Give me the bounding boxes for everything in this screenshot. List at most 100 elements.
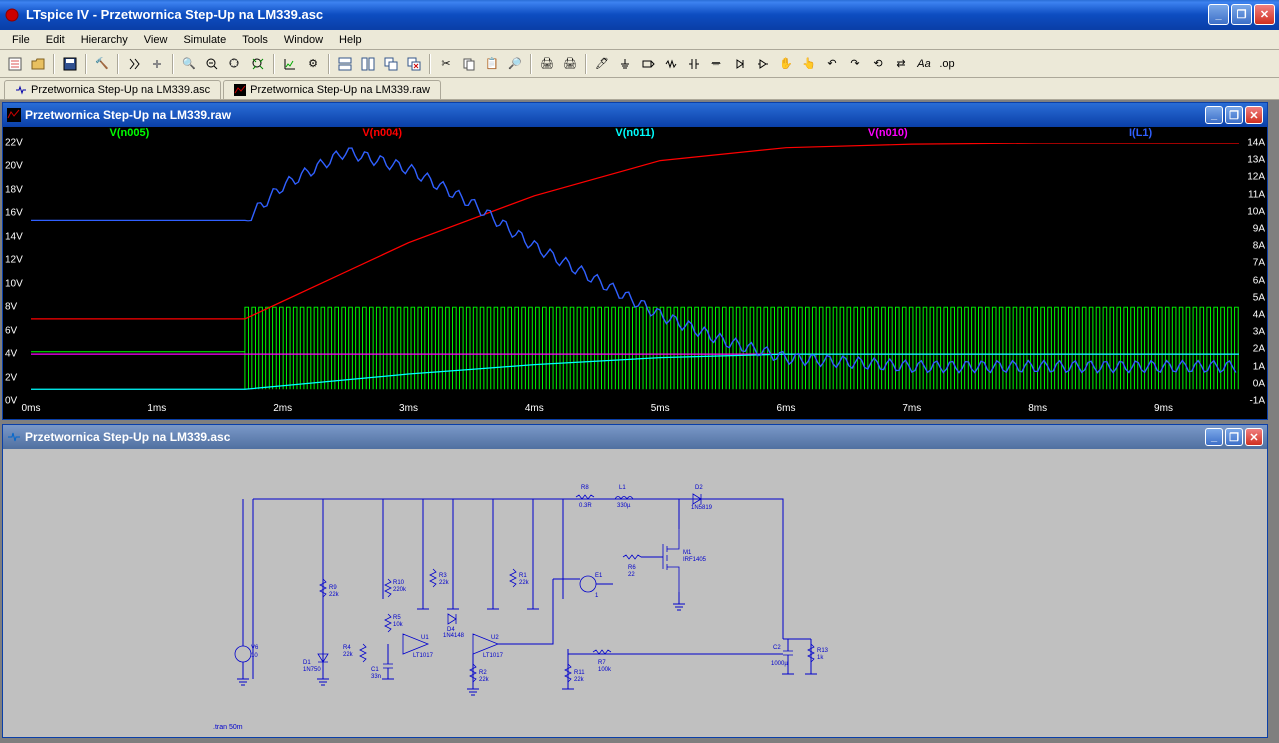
save-button[interactable] <box>59 53 81 75</box>
tab-schematic[interactable]: Przetwornica Step-Up na LM339.asc <box>4 80 221 99</box>
svg-text:22k: 22k <box>343 652 354 658</box>
y-axis-right[interactable]: -1A0A1A2A3A4A5A6A7A8A9A10A11A12A13A14A <box>1235 143 1265 401</box>
cut-button[interactable]: ✂ <box>435 53 457 75</box>
main-titlebar: LTspice IV - Przetwornica Step-Up na LM3… <box>0 0 1279 30</box>
svg-text:U2: U2 <box>491 635 499 641</box>
svg-text:C2: C2 <box>773 645 781 651</box>
wire-button[interactable]: 🖊 <box>591 53 613 75</box>
waveform-plot-area[interactable]: V(n005) V(n004) V(n011) V(n010) I(L1) 0V… <box>3 127 1267 419</box>
zoom-out-button[interactable] <box>201 53 223 75</box>
label-button[interactable] <box>637 53 659 75</box>
zoom-in-button[interactable]: 🔍 <box>178 53 200 75</box>
svg-text:1: 1 <box>595 593 599 599</box>
waveform-titlebar[interactable]: Przetwornica Step-Up na LM339.raw _ ❐ ✕ <box>3 103 1267 127</box>
close-button[interactable]: ✕ <box>1254 4 1275 25</box>
svg-text:100k: 100k <box>598 667 612 673</box>
zoom-fit-button[interactable] <box>247 53 269 75</box>
legend-v-n004[interactable]: V(n004) <box>256 127 509 143</box>
inductor-button[interactable] <box>706 53 728 75</box>
legend-v-n010[interactable]: V(n010) <box>761 127 1014 143</box>
capacitor-button[interactable] <box>683 53 705 75</box>
schematic-icon <box>15 84 27 96</box>
minimize-button[interactable]: _ <box>1208 4 1229 25</box>
legend-v-n011[interactable]: V(n011) <box>509 127 762 143</box>
close-all-button[interactable] <box>403 53 425 75</box>
tile-horiz-button[interactable] <box>334 53 356 75</box>
move-button[interactable]: ✋ <box>775 53 797 75</box>
svg-text:22k: 22k <box>519 580 530 586</box>
svg-text:LT1017: LT1017 <box>483 653 504 659</box>
settings-icon[interactable]: ⚙ <box>302 53 324 75</box>
app-icon <box>4 7 20 23</box>
resistor-button[interactable] <box>660 53 682 75</box>
svg-text:22: 22 <box>628 572 635 578</box>
waveform-maximize-button[interactable]: ❐ <box>1225 106 1243 124</box>
run-button[interactable] <box>123 53 145 75</box>
svg-text:1N4148: 1N4148 <box>443 633 465 639</box>
schematic-minimize-button[interactable]: _ <box>1205 428 1223 446</box>
svg-text:R7: R7 <box>598 660 606 666</box>
menu-edit[interactable]: Edit <box>38 32 73 48</box>
tab-waveform[interactable]: Przetwornica Step-Up na LM339.raw <box>223 80 441 99</box>
legend-v-n005[interactable]: V(n005) <box>3 127 256 143</box>
schematic-maximize-button[interactable]: ❐ <box>1225 428 1243 446</box>
new-schematic-button[interactable] <box>4 53 26 75</box>
menu-simulate[interactable]: Simulate <box>175 32 234 48</box>
svg-text:1k: 1k <box>817 655 824 661</box>
menu-file[interactable]: File <box>4 32 38 48</box>
svg-text:1N5819: 1N5819 <box>691 505 713 511</box>
print-setup-button[interactable]: 🖨 <box>559 53 581 75</box>
component-button[interactable] <box>752 53 774 75</box>
schematic-canvas[interactable]: V610R922kD11N750R10220kR510kR422kC133nLT… <box>3 449 1267 737</box>
svg-text:R9: R9 <box>329 585 337 591</box>
zoom-area-button[interactable] <box>224 53 246 75</box>
menu-help[interactable]: Help <box>331 32 370 48</box>
tab-label: Przetwornica Step-Up na LM339.asc <box>31 84 210 96</box>
spice-directive-button[interactable]: .op <box>936 53 958 75</box>
x-axis[interactable]: 0ms1ms2ms3ms4ms5ms6ms7ms8ms9ms <box>31 403 1239 417</box>
redo-button[interactable]: ↷ <box>844 53 866 75</box>
trace-legend: V(n005) V(n004) V(n011) V(n010) I(L1) <box>3 127 1267 143</box>
mirror-button[interactable]: ⇄ <box>890 53 912 75</box>
find-button[interactable]: 🔎 <box>504 53 526 75</box>
print-button[interactable]: 🖨 <box>536 53 558 75</box>
document-tabs: Przetwornica Step-Up na LM339.asc Przetw… <box>0 78 1279 100</box>
drag-button[interactable]: 👆 <box>798 53 820 75</box>
svg-text:10k: 10k <box>393 622 404 628</box>
svg-text:V6: V6 <box>251 645 259 651</box>
hammer-icon[interactable]: 🔨 <box>91 53 113 75</box>
plot-canvas[interactable] <box>31 143 1239 401</box>
undo-button[interactable]: ↶ <box>821 53 843 75</box>
waveform-close-button[interactable]: ✕ <box>1245 106 1263 124</box>
maximize-button[interactable]: ❐ <box>1231 4 1252 25</box>
schematic-close-button[interactable]: ✕ <box>1245 428 1263 446</box>
svg-text:22k: 22k <box>329 592 340 598</box>
svg-text:.tran 50m: .tran 50m <box>213 724 243 731</box>
halt-button[interactable] <box>146 53 168 75</box>
menu-window[interactable]: Window <box>276 32 331 48</box>
svg-text:220k: 220k <box>393 587 407 593</box>
open-button[interactable] <box>27 53 49 75</box>
menu-view[interactable]: View <box>136 32 176 48</box>
legend-i-l1[interactable]: I(L1) <box>1014 127 1267 143</box>
menu-hierarchy[interactable]: Hierarchy <box>73 32 136 48</box>
tile-vert-button[interactable] <box>357 53 379 75</box>
svg-text:D1: D1 <box>303 660 311 666</box>
cascade-button[interactable] <box>380 53 402 75</box>
svg-text:0.3R: 0.3R <box>579 503 592 509</box>
diode-button[interactable] <box>729 53 751 75</box>
menu-tools[interactable]: Tools <box>234 32 276 48</box>
svg-text:L1: L1 <box>619 485 626 491</box>
schematic-titlebar[interactable]: Przetwornica Step-Up na LM339.asc _ ❐ ✕ <box>3 425 1267 449</box>
ground-button[interactable] <box>614 53 636 75</box>
schematic-window-title: Przetwornica Step-Up na LM339.asc <box>25 430 1205 444</box>
svg-text:R8: R8 <box>581 485 589 491</box>
waveform-minimize-button[interactable]: _ <box>1205 106 1223 124</box>
autorange-button[interactable] <box>279 53 301 75</box>
text-button[interactable]: Aa <box>913 53 935 75</box>
copy-button[interactable] <box>458 53 480 75</box>
schematic-icon <box>7 430 21 444</box>
rotate-button[interactable]: ⟲ <box>867 53 889 75</box>
svg-text:22k: 22k <box>574 677 585 683</box>
paste-button[interactable]: 📋 <box>481 53 503 75</box>
